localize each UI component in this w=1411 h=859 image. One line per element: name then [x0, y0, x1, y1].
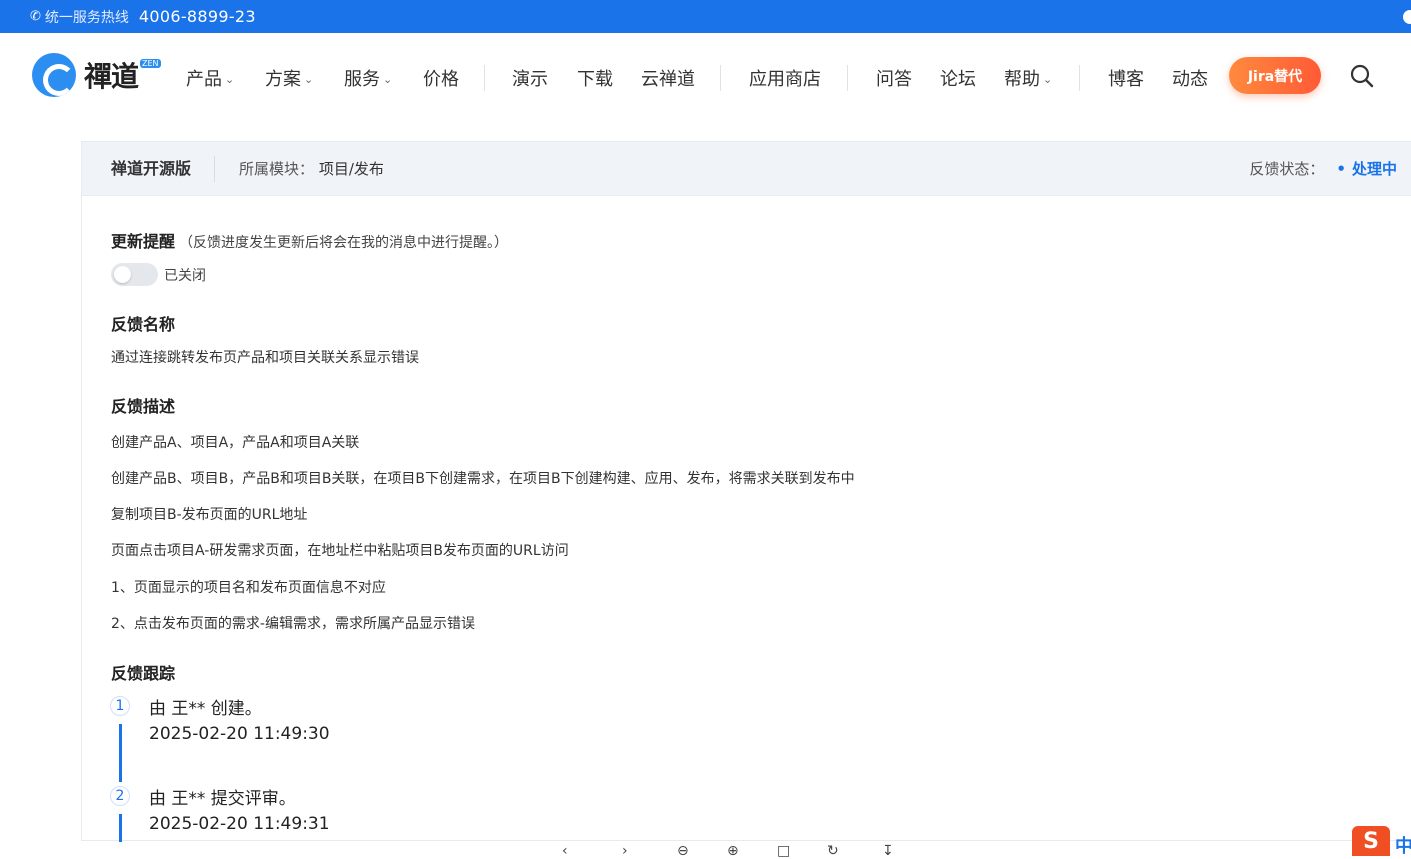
nav-divider	[1079, 65, 1080, 91]
feedback-card: 禅道开源版 所属模块： 项目/发布 反馈状态： • 处理中 更新提醒 （反馈进度发生更…	[81, 141, 1411, 842]
desc-line: 2、点击发布页面的需求-编辑需求，需求所属产品显示错误	[111, 616, 475, 632]
timeline-step-number: 2	[110, 786, 130, 806]
feedback-name-title: 反馈名称	[111, 315, 176, 334]
viewer-toolbar: ‹ › ⊖ ⊕ □ ↻ ↧	[540, 843, 920, 859]
timeline-step-number: 1	[110, 696, 130, 716]
nav-item-news[interactable]: 动态	[1172, 65, 1208, 91]
timeline-event-time: 2025-02-20 11:49:31	[149, 814, 330, 834]
nav-item-pricing[interactable]: 价格	[423, 65, 459, 91]
nav-divider	[720, 65, 721, 91]
phone-icon: ✆	[30, 9, 41, 24]
nav-item-forum[interactable]: 论坛	[940, 65, 976, 91]
nav-item-demo[interactable]: 演示	[512, 65, 548, 91]
site-logo[interactable]: 禪道 ZEN	[32, 53, 161, 97]
update-reminder-heading: 更新提醒 （反馈进度发生更新后将会在我的消息中进行提醒。）	[111, 228, 508, 252]
feedback-header: 禅道开源版 所属模块： 项目/发布 反馈状态： • 处理中	[82, 142, 1411, 196]
module-info: 所属模块： 项目/发布	[239, 158, 384, 179]
desc-line: 复制项目B-发布页面的URL地址	[111, 507, 308, 523]
nav-item-app-store[interactable]: 应用商店	[749, 65, 821, 91]
ime-logo[interactable]: S	[1352, 826, 1390, 856]
timeline-event-text: 由 王** 创建。	[149, 699, 262, 719]
update-reminder-title: 更新提醒	[111, 232, 176, 251]
nav-item-blog[interactable]: 博客	[1108, 65, 1144, 91]
main-nav: 禪道 ZEN 产品 ⌄ 方案 ⌄ 服务 ⌄ 价格 演示 下载 云禅道 应用商店 问答 …	[0, 33, 1411, 119]
update-reminder-toggle-row: 已关闭	[111, 263, 206, 286]
toggle-state-label: 已关闭	[164, 267, 206, 284]
nav-item-cloud[interactable]: 云禅道	[641, 65, 695, 91]
hotline-number[interactable]: 4006-8899-23	[139, 7, 256, 26]
timeline-connector	[119, 724, 122, 782]
feedback-status: 反馈状态： • 处理中	[1249, 158, 1397, 179]
desc-line: 1、页面显示的项目名和发布页面信息不对应	[111, 580, 386, 596]
fit-screen-icon[interactable]: □	[777, 843, 790, 859]
search-icon[interactable]	[1350, 64, 1374, 88]
chevron-down-icon: ⌄	[225, 73, 235, 86]
nav-item-solutions[interactable]: 方案 ⌄	[265, 65, 313, 91]
hotline-bar: ✆ 统一服务热线 4006-8899-23	[0, 0, 1411, 33]
nav-divider	[847, 65, 848, 91]
module-value: 项目/发布	[318, 160, 384, 178]
desc-line: 创建产品B、项目B，产品B和项目B关联，在项目B下创建需求，在项目B下创建构建、…	[111, 471, 855, 487]
rotate-icon[interactable]: ↻	[827, 843, 839, 859]
ime-mode-indicator[interactable]: 中	[1395, 832, 1411, 858]
desc-line: 创建产品A、项目A，产品A和项目A关联	[111, 435, 360, 451]
logo-wordmark: 禪道	[84, 60, 139, 93]
logo-mark-icon	[32, 53, 76, 97]
feedback-desc-title: 反馈描述	[111, 397, 176, 416]
feedback-track-title: 反馈跟踪	[111, 664, 176, 683]
desc-line: 页面点击项目A-研发需求页面，在地址栏中粘贴项目B发布页面的URL访问	[111, 543, 569, 559]
nav-item-download[interactable]: 下载	[577, 65, 613, 91]
nav-label: 帮助	[1004, 69, 1040, 90]
nav-item-help[interactable]: 帮助 ⌄	[1004, 65, 1052, 91]
feedback-name-value: 通过连接跳转发布页产品和项目关联关系显示错误	[111, 350, 419, 366]
nav-item-services[interactable]: 服务 ⌄	[344, 65, 392, 91]
download-icon[interactable]: ↧	[882, 843, 894, 859]
status-dot-icon: •	[1336, 160, 1346, 178]
status-badge: 处理中	[1351, 160, 1397, 178]
timeline-event-text: 由 王** 提交评审。	[149, 789, 296, 809]
scroll-edge-indicator	[1403, 10, 1411, 24]
update-reminder-toggle[interactable]	[111, 263, 158, 286]
nav-divider	[484, 65, 485, 91]
jira-alternative-button[interactable]: Jira替代	[1229, 57, 1321, 94]
update-reminder-note: （反馈进度发生更新后将会在我的消息中进行提醒。）	[179, 235, 509, 251]
chevron-down-icon: ⌄	[304, 73, 314, 86]
timeline-connector	[119, 814, 122, 842]
hotline-label: 统一服务热线	[44, 9, 129, 26]
chevron-down-icon: ⌄	[383, 73, 393, 86]
nav-label: 产品	[186, 69, 222, 90]
zoom-in-icon[interactable]: ⊕	[727, 843, 739, 859]
prev-arrow-icon[interactable]: ‹	[562, 843, 568, 859]
chevron-down-icon: ⌄	[1043, 73, 1053, 86]
nav-label: 方案	[265, 69, 301, 90]
edition-label: 禅道开源版	[111, 155, 216, 182]
nav-item-products[interactable]: 产品 ⌄	[186, 65, 234, 91]
nav-label: 服务	[344, 69, 380, 90]
zoom-out-icon[interactable]: ⊖	[677, 843, 689, 859]
logo-badge: ZEN	[140, 58, 161, 68]
nav-item-qa[interactable]: 问答	[876, 65, 912, 91]
timeline-event-time: 2025-02-20 11:49:30	[149, 724, 330, 744]
next-arrow-icon[interactable]: ›	[622, 843, 628, 859]
status-key: 反馈状态：	[1249, 160, 1325, 178]
module-key: 所属模块：	[239, 160, 315, 178]
